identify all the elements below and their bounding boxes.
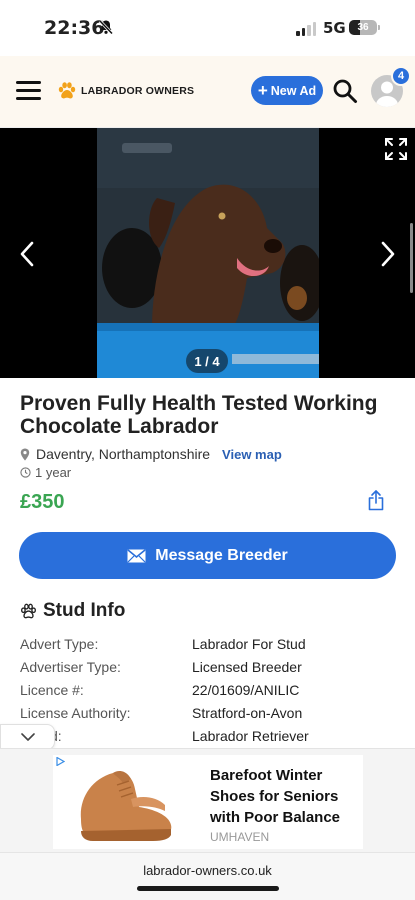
paw-icon (21, 603, 36, 618)
listing-location: Daventry, Northamptonshire View map (20, 446, 282, 462)
view-map-link[interactable]: View map (222, 447, 282, 462)
search-icon[interactable] (332, 78, 358, 104)
listing-age: 1 year (20, 465, 71, 480)
clock-icon (20, 467, 31, 478)
battery-level: 36 (357, 22, 369, 33)
bell-slash-icon (98, 19, 114, 35)
listing-price: £350 (20, 491, 65, 513)
info-value: Labrador For Stud (192, 635, 306, 652)
adchoices-icon[interactable] (56, 757, 65, 766)
hamburger-icon[interactable] (16, 81, 41, 100)
message-breeder-button[interactable]: Message Breeder (19, 532, 396, 579)
photo-counter: 1 / 4 (186, 349, 228, 373)
new-ad-label: New Ad (270, 83, 317, 98)
info-value: Labrador Retriever (192, 727, 309, 744)
network-label: 5G (323, 19, 346, 37)
info-row: Advert Type: Labrador For Stud (20, 632, 400, 655)
info-row: License Authority: Stratford-on-Avon (20, 701, 400, 724)
stud-info-heading: Stud Info (20, 600, 125, 622)
share-icon[interactable] (367, 489, 385, 511)
info-key: Advertiser Type: (20, 658, 121, 675)
chevron-left-icon[interactable] (18, 240, 38, 268)
age-text: 1 year (35, 465, 72, 480)
paw-icon (58, 82, 76, 99)
ad-headline[interactable]: Barefoot Winter Shoes for Seniors with P… (210, 765, 360, 828)
pin-icon (20, 448, 30, 460)
new-ad-button[interactable]: + New Ad (251, 76, 323, 105)
listing-photo[interactable] (97, 128, 319, 378)
signal-icon (296, 22, 316, 36)
info-key: Licence #: (20, 681, 84, 698)
scrollbar[interactable] (410, 223, 413, 293)
info-value: Licensed Breeder (192, 658, 302, 675)
plus-icon: + (257, 81, 268, 100)
url-text[interactable]: labrador-owners.co.uk (0, 863, 415, 878)
site-logo[interactable]: LABRADOR OWNERS (57, 81, 194, 101)
stud-info-table: Advert Type: Labrador For Stud Advertiser… (20, 632, 400, 747)
info-value: 22/01609/ANILIC (192, 681, 300, 698)
status-time: 22:36 (44, 17, 105, 39)
ad-shoe-image[interactable] (73, 759, 183, 847)
photo-gallery[interactable]: 1 / 4 (0, 128, 415, 378)
stud-info-title: Stud Info (43, 600, 126, 621)
status-bar: 22:36 5G 36 (0, 0, 415, 56)
listing-title: Proven Fully Health Tested Working Choco… (20, 392, 378, 438)
browser-address-bar[interactable]: labrador-owners.co.uk (0, 852, 415, 900)
message-breeder-label: Message Breeder (155, 546, 288, 564)
collapse-ad-button[interactable] (0, 724, 55, 750)
info-key: License Authority: (20, 704, 131, 721)
ad-brand: UMHAVEN (210, 830, 270, 844)
location-text: Daventry, Northamptonshire (36, 446, 211, 462)
home-indicator[interactable] (137, 886, 279, 891)
ad-banner[interactable]: Barefoot Winter Shoes for Seniors with P… (0, 748, 415, 852)
notification-badge[interactable]: 4 (391, 66, 411, 86)
info-value: Stratford-on-Avon (192, 704, 303, 721)
info-key: Advert Type: (20, 635, 99, 652)
site-header: LABRADOR OWNERS + New Ad 4 (0, 56, 415, 128)
expand-icon[interactable] (384, 137, 408, 161)
chevron-right-icon[interactable] (377, 240, 397, 268)
info-row: d: Labrador Retriever (20, 724, 400, 747)
battery-icon: 36 (349, 20, 377, 35)
info-row: Advertiser Type: Licensed Breeder (20, 655, 400, 678)
ad-card[interactable]: Barefoot Winter Shoes for Seniors with P… (53, 755, 363, 849)
chevron-down-icon (20, 732, 35, 741)
info-row: Licence #: 22/01609/ANILIC (20, 678, 400, 701)
brand-name: LABRADOR OWNERS (81, 85, 195, 97)
envelope-icon (127, 548, 146, 562)
